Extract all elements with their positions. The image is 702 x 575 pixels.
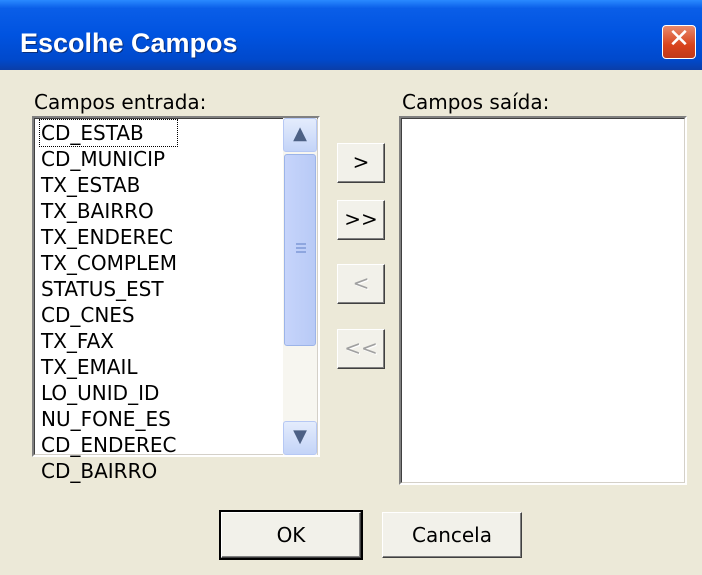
input-field-item[interactable]: TX_EMAIL xyxy=(40,354,177,380)
input-field-item[interactable]: NU_FONE_ES xyxy=(40,406,177,432)
input-field-item[interactable]: TX_FAX xyxy=(40,328,177,354)
input-field-item[interactable]: TX_COMPLEM xyxy=(40,250,177,276)
close-button[interactable]: ✕ xyxy=(662,24,696,59)
remove-one-button[interactable]: < xyxy=(337,264,385,304)
input-field-item[interactable]: CD_ENDEREC xyxy=(40,432,177,458)
remove-all-button[interactable]: << xyxy=(337,329,385,369)
add-all-button[interactable]: >> xyxy=(337,200,385,240)
dialog-window: Escolhe Campos ✕ Campos entrada: Campos … xyxy=(0,0,702,575)
input-field-item[interactable]: STATUS_EST xyxy=(40,276,177,302)
arrow-up-icon: ▲ xyxy=(293,123,307,144)
add-one-button[interactable]: > xyxy=(337,143,385,183)
input-field-item[interactable]: CD_CNES xyxy=(40,302,177,328)
input-fields-list: CD_ESTAB CD_MUNICIP TX_ESTAB TX_BAIRRO TX_EN… xyxy=(39,119,178,484)
input-fields-listbox[interactable]: CD_ESTAB CD_MUNICIP TX_ESTAB TX_BAIRRO TX_EN… xyxy=(32,116,320,483)
scroll-down-button[interactable]: ▼ xyxy=(283,421,317,455)
scroll-up-button[interactable]: ▲ xyxy=(283,118,317,152)
output-fields-listbox[interactable] xyxy=(399,116,687,485)
output-fields-label: Campos saída: xyxy=(402,90,550,114)
window-title: Escolhe Campos xyxy=(20,28,238,58)
ok-button[interactable]: OK xyxy=(219,510,363,560)
arrow-down-icon: ▼ xyxy=(293,426,307,447)
input-fields-label: Campos entrada: xyxy=(34,90,207,114)
input-field-item[interactable]: CD_ESTAB xyxy=(39,119,178,147)
input-field-item[interactable]: TX_BAIRRO xyxy=(40,198,177,224)
input-field-item[interactable]: CD_BAIRRO xyxy=(40,458,177,484)
title-bar[interactable]: Escolhe Campos ✕ xyxy=(0,0,702,70)
input-fields-scrollbar[interactable]: ▲ ▼ xyxy=(283,118,317,455)
cancel-button[interactable]: Cancela xyxy=(382,512,522,558)
input-field-item[interactable]: TX_ESTAB xyxy=(40,172,177,198)
input-field-item[interactable]: TX_ENDEREC xyxy=(40,224,177,250)
input-field-item[interactable]: CD_MUNICIP xyxy=(40,146,177,172)
scroll-thumb[interactable] xyxy=(284,154,316,346)
close-icon: ✕ xyxy=(668,24,690,54)
input-field-item[interactable]: LO_UNID_ID xyxy=(40,380,177,406)
